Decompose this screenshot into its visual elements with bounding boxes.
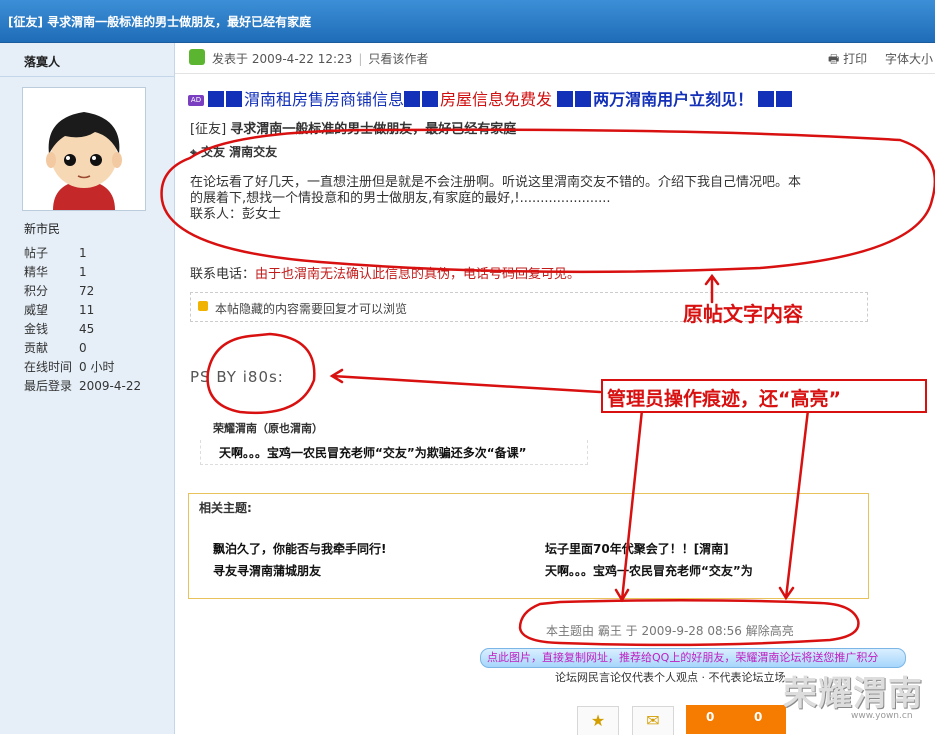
site-watermark: 荣耀渭南 <box>783 674 923 714</box>
annotation-admin: 管理员操作痕迹，还“高亮” <box>607 388 841 410</box>
annotation-ellipse-moderation <box>518 598 860 647</box>
annotation-original: 原帖文字内容 <box>683 302 803 326</box>
annotation-overlay <box>160 128 935 647</box>
annotation-ellipse-ps <box>206 332 316 415</box>
watermark-url: www.yown.cn <box>851 711 913 721</box>
annotation-arrow-ps <box>329 368 602 394</box>
annotation-ellipse-body <box>160 128 935 274</box>
annotation-arrow-mod-2 <box>778 408 810 601</box>
annotation-admin-box: 管理员操作痕迹，还“高亮” <box>601 379 927 413</box>
annotation-arrow-mod-1 <box>614 408 644 603</box>
